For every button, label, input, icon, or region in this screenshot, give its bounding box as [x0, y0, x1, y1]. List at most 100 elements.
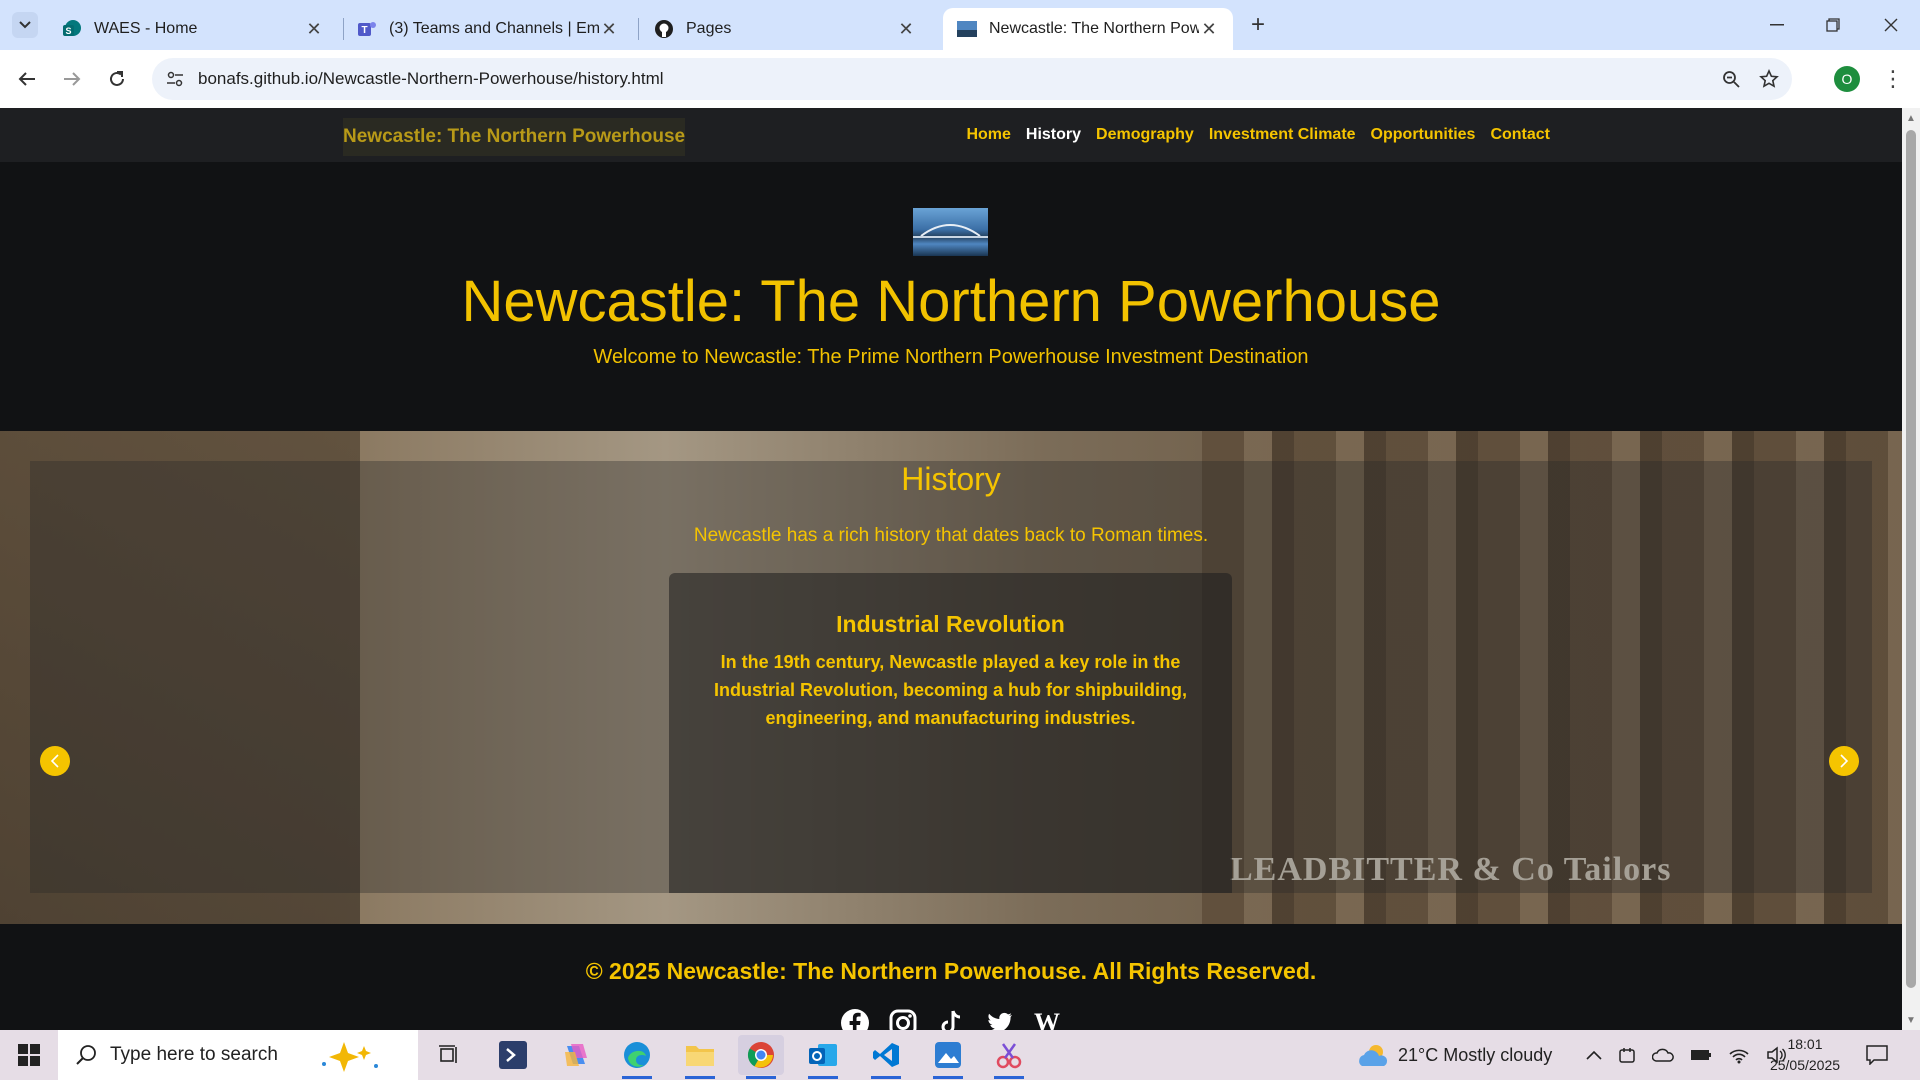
close-icon — [1884, 18, 1898, 32]
site-favicon — [957, 19, 977, 39]
nav-opportunities[interactable]: Opportunities — [1371, 126, 1476, 144]
photos-icon — [935, 1042, 961, 1068]
copilot-icon — [565, 1044, 587, 1066]
site-navbar: Newcastle: The Northern Powerhouse Home … — [0, 108, 1902, 162]
zoom-icon[interactable] — [1716, 64, 1746, 94]
taskbar-app-vscode[interactable] — [863, 1035, 909, 1079]
facebook-icon[interactable] — [840, 1008, 870, 1030]
tab-search-button[interactable] — [12, 12, 38, 38]
new-tab-button[interactable]: + — [1245, 11, 1271, 38]
edge-icon — [624, 1042, 650, 1068]
close-window-button[interactable] — [1876, 10, 1906, 40]
folder-icon — [686, 1046, 714, 1066]
hero-header: Newcastle: The Northern Powerhouse Welco… — [0, 162, 1902, 431]
site-footer: © 2025 Newcastle: The Northern Powerhous… — [0, 924, 1902, 1030]
close-icon[interactable]: ✕ — [1199, 19, 1219, 39]
arrow-right-icon — [64, 72, 81, 86]
taskbar-app-outlook[interactable] — [800, 1035, 846, 1079]
tiktok-icon[interactable] — [936, 1008, 966, 1030]
profile-avatar[interactable]: O — [1834, 66, 1860, 92]
reload-button[interactable] — [102, 64, 132, 94]
powershell-icon — [499, 1041, 527, 1069]
chevron-left-icon — [50, 754, 59, 768]
browser-toolbar: bonafs.github.io/Newcastle-Northern-Powe… — [0, 50, 1920, 108]
wikipedia-icon[interactable]: W — [1032, 1008, 1062, 1030]
windows-taskbar: Type here to search 21°C Mostly cloudy 1… — [0, 1030, 1920, 1080]
tab-title: Pages — [686, 20, 732, 37]
history-section: LEADBITTER & Co Tailors History Newcastl… — [0, 431, 1902, 924]
address-bar[interactable]: bonafs.github.io/Newcastle-Northern-Powe… — [152, 58, 1792, 100]
carousel-next-button[interactable] — [1829, 746, 1859, 776]
url-text: bonafs.github.io/Newcastle-Northern-Powe… — [198, 69, 664, 88]
restore-icon — [1826, 18, 1840, 32]
start-button[interactable] — [0, 1030, 58, 1080]
instagram-icon[interactable] — [888, 1008, 918, 1030]
battery-icon[interactable] — [1690, 1048, 1712, 1062]
nav-contact[interactable]: Contact — [1490, 126, 1550, 144]
vscode-icon — [873, 1043, 899, 1067]
system-tray — [1586, 1030, 1788, 1080]
page-scrollbar[interactable]: ▲ ▼ — [1902, 108, 1920, 1030]
scrollbar-thumb[interactable] — [1906, 130, 1916, 988]
outlook-icon — [809, 1044, 837, 1066]
chevron-up-icon[interactable] — [1586, 1050, 1602, 1060]
arrow-left-icon — [18, 72, 35, 86]
bookmark-star-icon[interactable] — [1754, 64, 1784, 94]
page-viewport: Newcastle: The Northern Powerhouse Home … — [0, 108, 1920, 1030]
copilot-sparkle-icon — [321, 1042, 378, 1072]
taskbar-app-file-explorer[interactable] — [677, 1035, 723, 1079]
wifi-icon[interactable] — [1728, 1046, 1750, 1064]
taskbar-app-edge[interactable] — [614, 1035, 660, 1079]
scroll-up-icon[interactable]: ▲ — [1906, 114, 1916, 124]
scroll-down-icon[interactable]: ▼ — [1906, 1016, 1916, 1026]
page-title: Newcastle: The Northern Powerhouse — [461, 269, 1441, 334]
taskbar-app-copilot[interactable] — [553, 1035, 599, 1075]
taskbar-app-photos[interactable] — [925, 1035, 971, 1079]
browser-tab[interactable]: S WAES - Home ✕ — [48, 8, 338, 50]
more-menu-icon[interactable]: ⋮ — [1880, 64, 1906, 94]
minimize-icon — [1770, 24, 1784, 26]
weather-text: 21°C Mostly cloudy — [1398, 1044, 1553, 1065]
minimize-button[interactable] — [1762, 10, 1792, 40]
tab-title: WAES - Home — [94, 20, 198, 37]
social-links: W — [0, 1008, 1902, 1030]
taskbar-app-snipping-tool[interactable] — [986, 1035, 1032, 1079]
weather-widget[interactable]: 21°C Mostly cloudy — [1356, 1030, 1552, 1080]
notification-center-button[interactable] — [1866, 1030, 1888, 1080]
site-brand[interactable]: Newcastle: The Northern Powerhouse — [343, 118, 686, 156]
task-view-icon — [439, 1045, 457, 1063]
onedrive-cloud-icon[interactable] — [1652, 1047, 1674, 1063]
notification-icon — [1866, 1045, 1888, 1065]
back-button[interactable] — [12, 64, 42, 94]
clock-time: 18:01 — [1787, 1036, 1823, 1052]
taskbar-app-powershell[interactable] — [490, 1035, 536, 1075]
chevron-down-icon — [19, 21, 31, 29]
close-icon[interactable]: ✕ — [599, 19, 619, 39]
close-icon[interactable]: ✕ — [304, 19, 324, 39]
taskbar-app-chrome[interactable] — [738, 1035, 784, 1079]
task-view-button[interactable] — [426, 1035, 472, 1075]
github-icon — [654, 19, 674, 39]
nav-investment-climate[interactable]: Investment Climate — [1209, 126, 1356, 144]
meet-now-icon[interactable] — [1618, 1046, 1636, 1064]
nav-home[interactable]: Home — [966, 126, 1010, 144]
carousel-prev-button[interactable] — [40, 746, 70, 776]
windows-logo-icon — [18, 1044, 40, 1066]
browser-tab-active[interactable]: Newcastle: The Northern Powerhouse ✕ — [943, 8, 1233, 50]
snipping-tool-icon — [996, 1043, 1022, 1069]
nav-demography[interactable]: Demography — [1096, 126, 1194, 144]
forward-button[interactable] — [57, 64, 87, 94]
taskbar-search[interactable]: Type here to search — [58, 1030, 418, 1080]
svg-text:T: T — [361, 25, 367, 36]
close-icon[interactable]: ✕ — [896, 19, 916, 39]
site-info-icon[interactable] — [162, 66, 188, 92]
restore-button[interactable] — [1818, 10, 1848, 40]
chevron-right-icon — [1840, 754, 1849, 768]
search-placeholder: Type here to search — [110, 1044, 278, 1065]
page-subtitle: Welcome to Newcastle: The Prime Northern… — [593, 346, 1309, 368]
browser-tab[interactable]: T (3) Teams and Channels | Emplo ✕ — [343, 8, 633, 50]
twitter-icon[interactable] — [984, 1008, 1014, 1030]
browser-tab[interactable]: Pages ✕ — [640, 8, 930, 50]
nav-history[interactable]: History — [1026, 126, 1081, 144]
taskbar-clock[interactable]: 18:01 25/05/2025 — [1760, 1034, 1850, 1076]
